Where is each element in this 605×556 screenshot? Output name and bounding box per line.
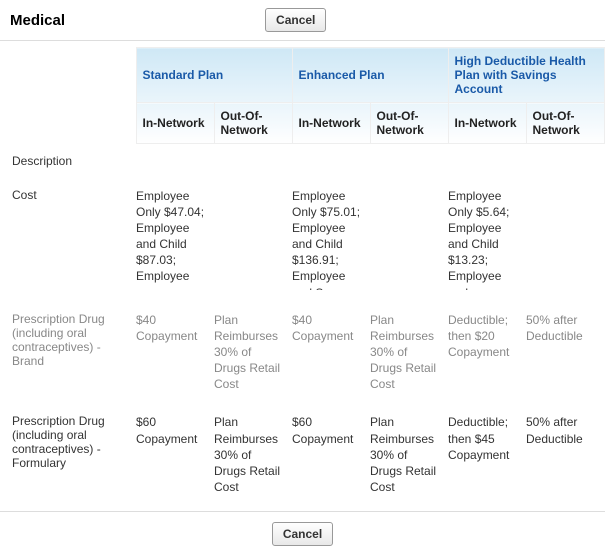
plan-header-standard[interactable]: Standard Plan	[136, 48, 292, 103]
cell	[526, 144, 604, 178]
cancel-button[interactable]: Cancel	[272, 522, 333, 546]
plan-header-hdhp[interactable]: High Deductible Health Plan with Savings…	[448, 48, 604, 103]
plan-header-enhanced[interactable]: Enhanced Plan	[292, 48, 448, 103]
cell: Plan Reimburses 30% of Drugs Retail Cost	[214, 300, 292, 403]
cell	[526, 178, 604, 300]
cell	[136, 144, 214, 178]
network-header-row: In-Network Out-Of-Network In-Network Out…	[6, 103, 604, 144]
net-header: In-Network	[292, 103, 370, 144]
page-title: Medical	[10, 12, 65, 29]
row-label-rx-brand: Prescription Drug (including oral contra…	[6, 300, 136, 403]
cell	[214, 178, 292, 300]
cost-text: Employee Only $47.04; Employee and Child…	[136, 188, 208, 285]
cell: 50% after Deductible	[526, 300, 604, 403]
row-label-cost: Cost	[6, 178, 136, 300]
row-label-rx-formulary: Prescription Drug (including oral contra…	[6, 402, 136, 505]
table-row: Prescription Drug (including oral contra…	[6, 300, 604, 403]
row-label-description: Description	[6, 144, 136, 178]
net-header: Out-Of-Network	[526, 103, 604, 144]
plan-header-row: Standard Plan Enhanced Plan High Deducti…	[6, 48, 604, 103]
cell: Deductible; then $20 Copayment	[448, 300, 526, 403]
cell	[370, 144, 448, 178]
plan-header-spacer	[6, 48, 136, 103]
cell	[370, 178, 448, 300]
cell	[292, 144, 370, 178]
cost-text: Employee Only $5.64; Employee and Child …	[448, 188, 520, 290]
cell: Deductible; then $45 Copayment	[448, 402, 526, 505]
cell: Plan Reimburses 30% of Drugs Retail Cost	[370, 402, 448, 505]
network-header-spacer	[6, 103, 136, 144]
table-row: Description	[6, 144, 604, 178]
cell: $40 Copayment	[136, 300, 214, 403]
cancel-button[interactable]: Cancel	[265, 8, 326, 32]
net-header: Out-Of-Network	[370, 103, 448, 144]
cell: Plan Reimburses 30% of Drugs Retail Cost	[214, 402, 292, 505]
page-header: Medical Cancel	[0, 0, 605, 41]
cell: Employee Only $5.64; Employee and Child …	[448, 178, 526, 300]
cell: $60 Copayment	[292, 402, 370, 505]
cell: Employee Only $75.01; Employee and Child…	[292, 178, 370, 300]
cell	[214, 144, 292, 178]
table-row: Cost Employee Only $47.04; Employee and …	[6, 178, 604, 300]
cell: 50% after Deductible	[526, 402, 604, 505]
cost-text: Employee Only $75.01; Employee and Child…	[292, 188, 364, 290]
cell: $60 Copayment	[136, 402, 214, 505]
comparison-table-wrap: Standard Plan Enhanced Plan High Deducti…	[0, 41, 605, 512]
cell	[448, 144, 526, 178]
cell: Plan Reimburses 30% of Drugs Retail Cost	[370, 300, 448, 403]
table-row: Prescription Drug (including oral contra…	[6, 402, 604, 505]
comparison-table: Standard Plan Enhanced Plan High Deducti…	[6, 47, 605, 505]
net-header: Out-Of-Network	[214, 103, 292, 144]
cell: Employee Only $47.04; Employee and Child…	[136, 178, 214, 300]
page-footer: Cancel	[0, 512, 605, 556]
net-header: In-Network	[136, 103, 214, 144]
net-header: In-Network	[448, 103, 526, 144]
cell: $40 Copayment	[292, 300, 370, 403]
